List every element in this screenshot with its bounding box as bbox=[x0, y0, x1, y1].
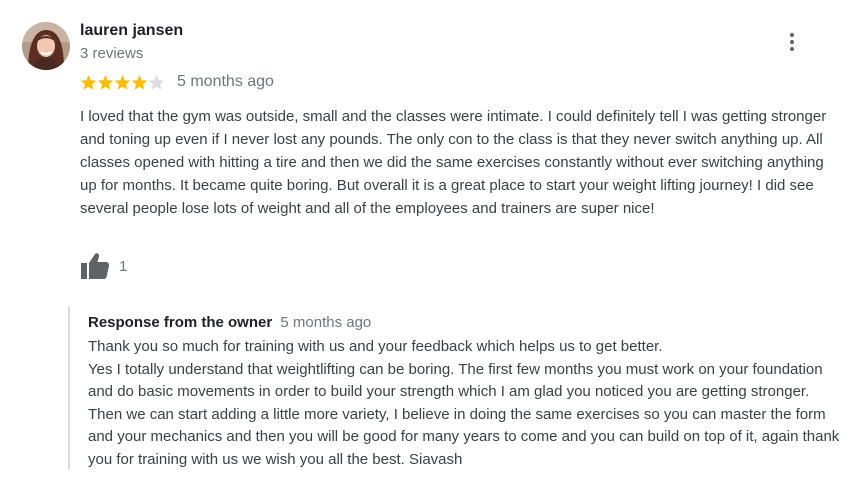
user-avatar[interactable] bbox=[22, 22, 70, 70]
star-icon bbox=[148, 74, 165, 90]
like-count: 1 bbox=[119, 257, 128, 275]
response-line: Thank you so much for training with us a… bbox=[88, 338, 663, 355]
response-date: 5 months ago bbox=[280, 314, 372, 331]
avatar-photo bbox=[22, 22, 70, 70]
star-icon bbox=[80, 74, 97, 90]
reviewer-name[interactable]: lauren jansen bbox=[80, 22, 183, 40]
response-text: Thank you so much for training with us a… bbox=[88, 336, 840, 471]
more-vert-icon[interactable] bbox=[780, 30, 804, 54]
star-icon bbox=[97, 74, 114, 90]
review-count: 3 reviews bbox=[80, 45, 144, 62]
review-date: 5 months ago bbox=[177, 73, 274, 90]
review-text: I loved that the gym was outside, small … bbox=[80, 108, 827, 217]
star-rating bbox=[80, 74, 165, 91]
response-title: Response from the owner bbox=[88, 314, 273, 331]
owner-response: Response from the owner 5 months ago Tha… bbox=[68, 306, 845, 470]
response-line: Yes I totally understand that weightlift… bbox=[88, 360, 840, 468]
rating-row: 5 months ago bbox=[80, 73, 274, 91]
thumb-up-icon[interactable] bbox=[80, 252, 110, 280]
response-header: Response from the owner 5 months ago bbox=[88, 314, 371, 331]
like-row: 1 bbox=[80, 252, 127, 280]
star-icon bbox=[114, 74, 131, 90]
star-icon bbox=[131, 74, 148, 90]
